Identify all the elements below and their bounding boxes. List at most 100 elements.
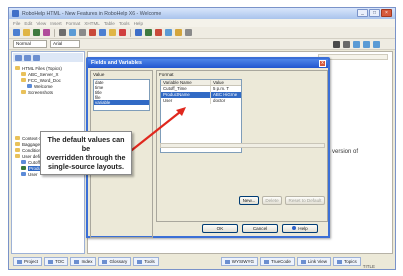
topics-icon [337,259,343,264]
table-horizontal-scrollbar[interactable] [160,143,325,148]
tab-label: Link View [307,259,328,264]
tab-truecode[interactable]: TrueCode [259,257,295,266]
menu-file[interactable]: File [13,21,20,26]
bottom-tab-bar: Project TOC Index Glossary Tools WYSIWYG… [11,256,393,267]
tab-label: TOC [55,259,65,264]
style-select[interactable]: Normal [13,40,47,48]
window-titlebar[interactable]: RoboHelp HTML - New Features in RoboHelp… [9,8,395,19]
wysiwyg-icon [224,259,230,264]
tab-label: Project [24,259,39,264]
tree-item-label: FCC_Word_Doc [28,77,61,83]
tab-tools[interactable]: Tools [133,257,159,266]
callout-text: The default values can be overridden thr… [45,135,127,171]
tab-link-view[interactable]: Link View [296,257,332,266]
compile-icon[interactable] [43,29,50,36]
folder-icon [15,66,20,70]
minimize-button[interactable]: _ [357,9,368,17]
new-topic-icon[interactable] [59,29,66,36]
misc-icon[interactable] [185,29,192,36]
tools-icon [137,259,143,264]
tab-wysiwyg[interactable]: WYSIWYG [220,257,258,266]
delete-icon[interactable] [119,29,126,36]
app-icon [12,10,19,17]
status-bar-label: TITLE [362,264,375,269]
font-select[interactable]: Arial [50,40,80,48]
bold-icon[interactable] [333,40,340,48]
help-icon [292,226,297,230]
value-list-item[interactable]: variable [94,100,149,105]
tree-item-label: Welcome [34,83,53,89]
value-group-label: Value [93,72,105,77]
folder-icon [15,136,20,140]
menu-table[interactable]: Table [104,21,115,26]
table-icon[interactable] [165,29,172,36]
ok-button[interactable]: OK [202,224,238,233]
folder-view-icon[interactable] [24,54,31,61]
variable-table: Variable Name Value Cutoff_Time 5 p.m. TP… [160,79,242,153]
callout-line-2: overridden through the [46,153,126,162]
tab-project[interactable]: Project [13,257,43,266]
cut-icon[interactable] [89,29,96,36]
tab-index[interactable]: Index [70,257,97,266]
help-button[interactable]: Help [282,224,318,233]
spell-check-icon[interactable] [79,29,86,36]
dialog-title[interactable]: Fields and Variables [88,59,328,68]
align-icon[interactable] [353,40,360,48]
close-button[interactable]: × [381,9,392,17]
reset-to-default-button[interactable]: Reset to Default [285,196,325,205]
open-icon[interactable] [23,29,30,36]
tree-item-label: ABC_Server_X [28,71,59,77]
menu-insert[interactable]: Insert [50,21,62,26]
indent-icon[interactable] [373,40,380,48]
tab-toc[interactable]: TOC [44,257,69,266]
tab-topics[interactable]: Topics [333,257,361,266]
delete-button[interactable]: Delete [262,196,282,205]
copy-icon[interactable] [99,29,106,36]
menu-view[interactable]: View [36,21,46,26]
tab-label: WYSIWYG [231,259,254,264]
dialog-close-icon[interactable]: x [319,60,326,67]
link-icon[interactable] [135,29,142,36]
menu-edit[interactable]: Edit [24,21,32,26]
cancel-button[interactable]: Cancel [242,224,278,233]
callout-line-1: The default values can be [47,135,125,153]
column-header-value[interactable]: Value [211,80,241,85]
formatting-toolbar: Normal Arial [9,39,395,50]
tree-item-label: Screenshots [28,89,54,95]
topic-icon [21,160,26,164]
new-project-icon[interactable] [13,29,20,36]
save-icon[interactable] [33,29,40,36]
paste-icon[interactable] [109,29,116,36]
topic-icon [21,166,26,170]
folder-icon [15,142,20,146]
record-icon[interactable] [155,29,162,36]
list-icon[interactable] [363,40,370,48]
image-icon[interactable] [145,29,152,36]
index-icon [74,259,80,264]
tab-label: Glossary [109,259,128,264]
format-group-label: Format [159,72,174,77]
topic-icon [27,84,32,88]
menu-format[interactable]: Format [66,21,81,26]
italic-icon[interactable] [343,40,350,48]
table-row[interactable]: User doctor [161,98,241,104]
menu-tools[interactable]: Tools [119,21,130,26]
value-list: date time title file variable [93,79,150,111]
tab-label: Index [81,259,93,264]
topic-list-icon[interactable] [33,54,40,61]
menu-xhtml[interactable]: XHTML [84,21,100,26]
annotation-callout: The default values can be overridden thr… [40,131,132,175]
new-button[interactable]: New... [239,196,259,205]
folder-icon [21,90,26,94]
variable-icon[interactable] [175,29,182,36]
editor-text: is version of [326,149,359,155]
column-header-variable-name[interactable]: Variable Name [161,80,211,85]
project-view-icon[interactable] [15,54,22,61]
maximize-button[interactable]: □ [369,9,380,17]
table-body: Cutoff_Time 5 p.m. T ProductName ABC HiGrne… [161,86,241,104]
menu-help[interactable]: Help [134,21,143,26]
callout-line-3: single-source layouts. [48,162,124,171]
toolbar-separator [130,28,131,37]
view-icon[interactable] [69,29,76,36]
tab-glossary[interactable]: Glossary [98,257,132,266]
